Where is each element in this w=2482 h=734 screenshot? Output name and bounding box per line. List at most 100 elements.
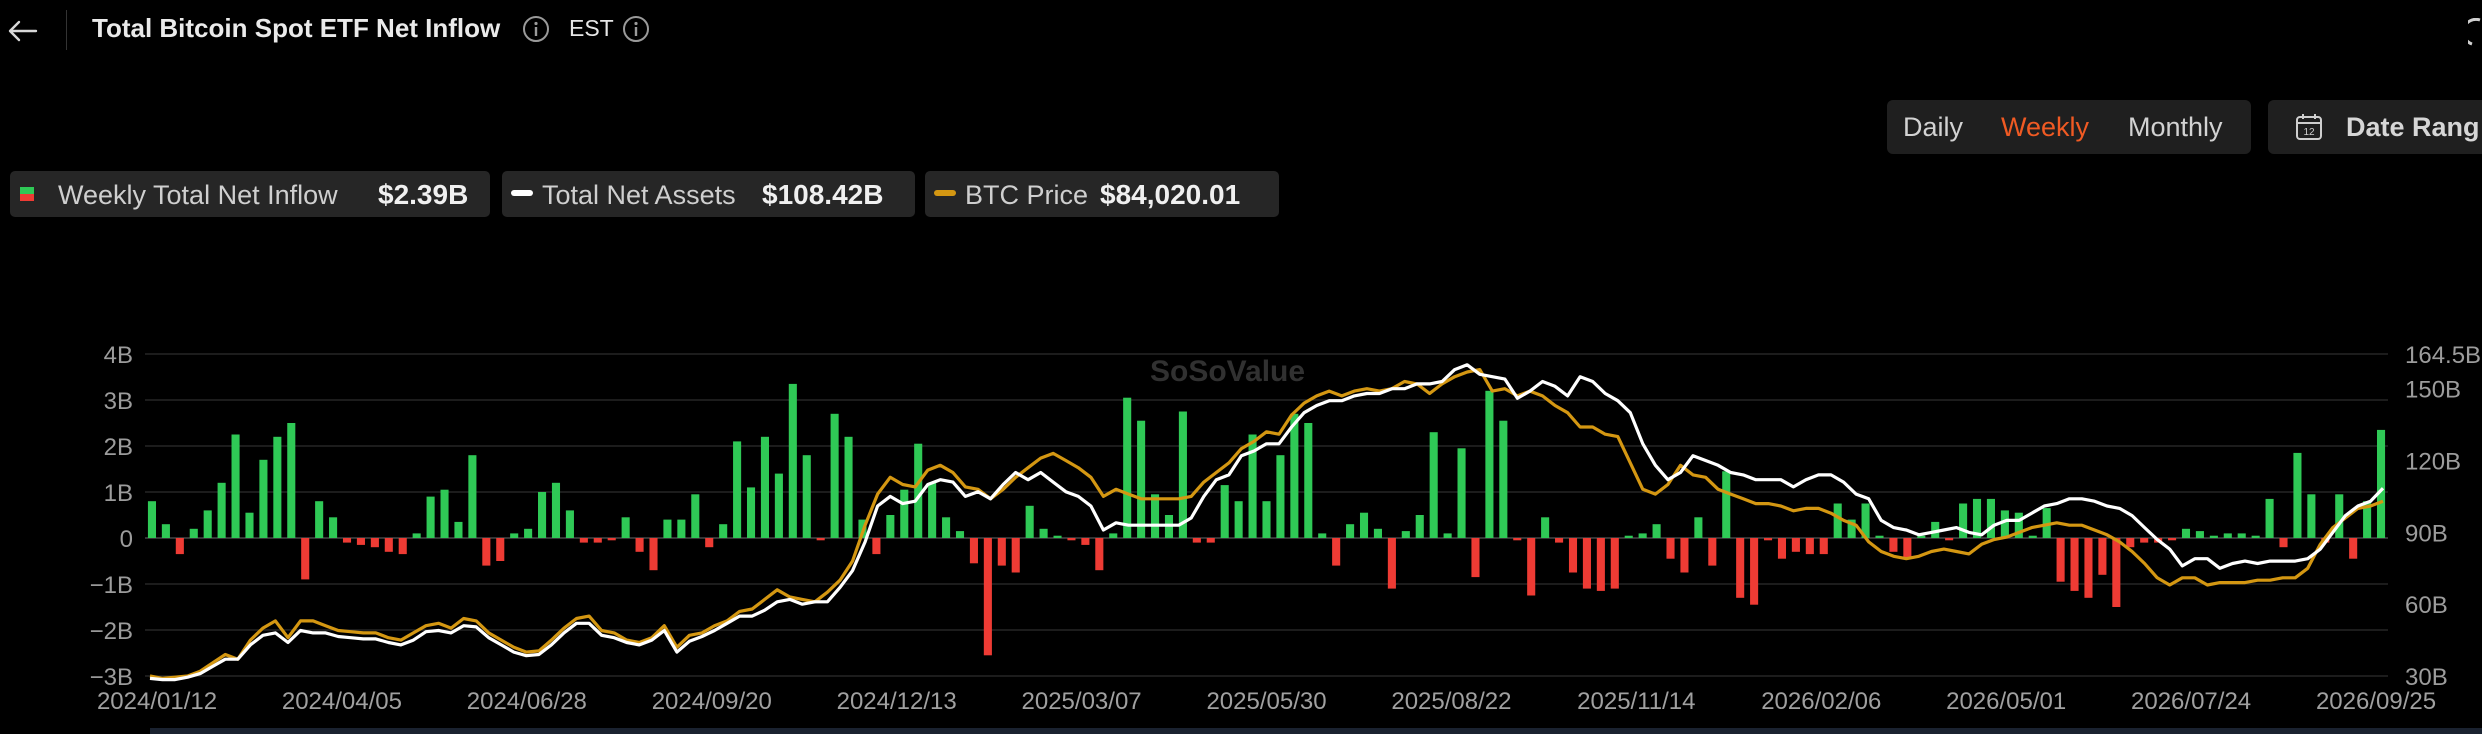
inflow-bar bbox=[1485, 390, 1494, 538]
inflow-bar bbox=[2349, 538, 2358, 559]
price-swatch-icon bbox=[934, 190, 956, 196]
back-arrow-icon[interactable] bbox=[6, 14, 40, 48]
legend-price[interactable]: BTC Price $84,020.01 bbox=[925, 171, 1279, 217]
inflow-bar bbox=[1499, 420, 1508, 538]
tab-monthly[interactable]: Monthly bbox=[2128, 112, 2223, 143]
inflow-bar bbox=[1945, 538, 1954, 541]
inflow-bar bbox=[691, 494, 700, 538]
x-tick-label: 2025/11/14 bbox=[1577, 688, 1695, 715]
y-right-tick-label: 120B bbox=[2405, 449, 2461, 476]
inflow-bar bbox=[2140, 538, 2149, 543]
legend-inflow-value: $2.39B bbox=[378, 179, 469, 210]
inflow-bar bbox=[1067, 538, 1076, 541]
bottom-scroll-strip bbox=[150, 728, 2482, 734]
inflow-bar bbox=[175, 538, 184, 555]
inflow-bar bbox=[1471, 538, 1480, 578]
inflow-bar bbox=[2209, 535, 2218, 538]
inflow-bar bbox=[1123, 397, 1132, 538]
inflow-bar bbox=[1541, 517, 1550, 538]
inflow-chart: 4B 3B 2B 1B 0 −1B −2B −3B 164.5B 150B 120B 90B 60B 30… bbox=[90, 342, 2481, 715]
inflow-bar bbox=[1736, 538, 1745, 598]
inflow-bar bbox=[1151, 494, 1160, 538]
inflow-bar bbox=[746, 487, 756, 538]
inflow-bar bbox=[1805, 538, 1814, 555]
tab-daily[interactable]: Daily bbox=[1903, 112, 1963, 143]
inflow-bar bbox=[1582, 538, 1591, 589]
y-left-tick-label: −3B bbox=[90, 664, 133, 691]
inflow-bar bbox=[1095, 538, 1104, 571]
inflow-bar bbox=[259, 459, 268, 538]
inflow-bar bbox=[1791, 538, 1800, 552]
inflow-bar bbox=[440, 489, 449, 538]
inflow-bar bbox=[217, 482, 226, 538]
inflow-bar bbox=[2293, 452, 2302, 538]
inflow-bar bbox=[1318, 533, 1327, 538]
inflow-bar bbox=[2126, 538, 2135, 548]
inflow-bar bbox=[1777, 538, 1787, 559]
inflow-bar bbox=[2098, 538, 2107, 575]
inflow-bar bbox=[983, 538, 992, 656]
inflow-bar bbox=[1666, 538, 1675, 559]
inflow-bar bbox=[1624, 535, 1633, 538]
inflow-bar bbox=[1178, 411, 1187, 538]
inflow-bar bbox=[677, 519, 686, 538]
x-tick-label: 2024/04/05 bbox=[282, 688, 402, 715]
y-right-tick-label: 90B bbox=[2405, 520, 2448, 547]
inflow-bar bbox=[468, 455, 477, 538]
inflow-bar bbox=[426, 496, 435, 538]
inflow-bar bbox=[1610, 538, 1619, 589]
inflow-bar bbox=[2181, 528, 2191, 538]
info-icon[interactable] bbox=[522, 15, 550, 43]
y-left-tick-label: −1B bbox=[90, 572, 133, 599]
inflow-bar bbox=[663, 519, 672, 538]
inflow-bar bbox=[2084, 538, 2093, 598]
legend-inflow[interactable]: Weekly Total Net Inflow $2.39B bbox=[10, 171, 490, 217]
inflow-bar bbox=[1652, 524, 1661, 538]
inflow-bar bbox=[1039, 528, 1048, 538]
inflow-bar bbox=[607, 538, 616, 541]
inflow-bar bbox=[1568, 538, 1578, 573]
y-right-tick-label: 30B bbox=[2405, 664, 2448, 691]
inflow-bar bbox=[1137, 420, 1146, 538]
assets-swatch-icon bbox=[511, 190, 533, 196]
inflow-bar bbox=[872, 538, 881, 555]
x-tick-label: 2026/02/06 bbox=[1761, 688, 1881, 715]
timezone-label: EST bbox=[569, 15, 614, 41]
inflow-bar bbox=[955, 531, 965, 538]
inflow-bar bbox=[370, 538, 379, 548]
inflow-bar bbox=[2056, 538, 2065, 582]
inflow-bar bbox=[1903, 538, 1912, 559]
legend-assets-label: Total Net Assets bbox=[542, 180, 736, 210]
date-range-button[interactable]: 12 Date Rang bbox=[2268, 100, 2482, 154]
inflow-bar bbox=[161, 524, 170, 538]
tab-weekly[interactable]: Weekly bbox=[2001, 112, 2089, 143]
inflow-bar bbox=[2112, 538, 2121, 607]
inflow-bar bbox=[1694, 517, 1703, 538]
info-icon[interactable] bbox=[622, 15, 650, 43]
inflow-bar bbox=[1722, 471, 1731, 538]
inflow-bar bbox=[649, 538, 658, 571]
inflow-bar bbox=[1373, 528, 1382, 538]
y-right-tick-label: 150B bbox=[2405, 377, 2461, 404]
inflow-bar bbox=[1527, 538, 1536, 596]
legend-assets[interactable]: Total Net Assets $108.42B bbox=[502, 171, 915, 217]
inflow-swatch-icon bbox=[20, 187, 34, 201]
inflow-bar bbox=[231, 434, 240, 538]
legend-inflow-label: Weekly Total Net Inflow bbox=[58, 180, 338, 210]
inflow-bar bbox=[969, 538, 978, 564]
inflow-bar bbox=[2070, 538, 2079, 591]
inflow-bar bbox=[719, 524, 728, 538]
inflow-bar bbox=[1081, 538, 1090, 545]
inflow-bar bbox=[1415, 515, 1424, 538]
inflow-bar bbox=[496, 538, 505, 561]
inflow-bar bbox=[1708, 538, 1717, 566]
inflow-bar bbox=[1290, 413, 1299, 538]
cropped-icon[interactable] bbox=[2468, 18, 2482, 48]
inflow-bar bbox=[245, 512, 254, 538]
inflow-bar bbox=[1986, 498, 1995, 538]
inflow-bar bbox=[2195, 531, 2204, 538]
x-tick-label: 2025/08/22 bbox=[1391, 688, 1511, 715]
inflow-bar bbox=[1276, 455, 1285, 538]
x-tick-label: 2024/06/28 bbox=[467, 688, 587, 715]
inflow-bar bbox=[1819, 538, 1828, 555]
